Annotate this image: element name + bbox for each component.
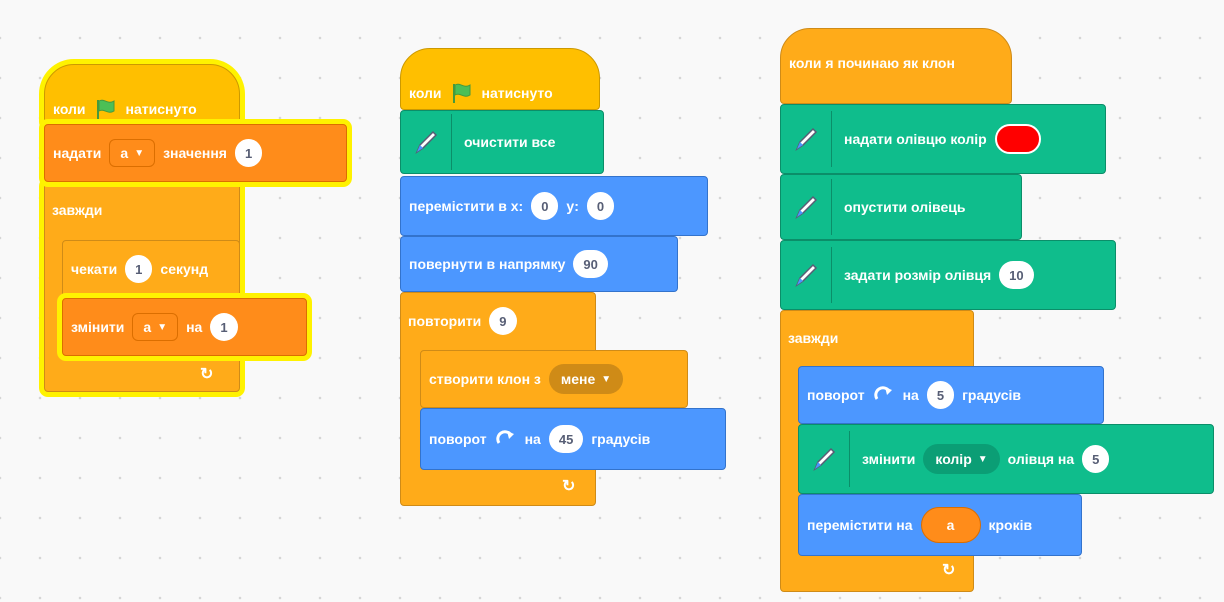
repeat-count-input[interactable]: 9 bbox=[489, 307, 517, 335]
set-pen-size-block[interactable]: задати розмір олівця 10 bbox=[780, 240, 1116, 310]
pen-icon bbox=[401, 114, 452, 170]
set-variable-block[interactable]: надати а ▼ значення 1 bbox=[44, 124, 347, 182]
set-pen-color-block[interactable]: надати олівцю колір bbox=[780, 104, 1106, 174]
value-input[interactable]: 1 bbox=[234, 139, 263, 167]
degrees-input[interactable]: 45 bbox=[548, 425, 584, 453]
chevron-down-icon: ▼ bbox=[601, 373, 612, 385]
pen-down-block[interactable]: опустити олівець bbox=[780, 174, 1022, 240]
y-input[interactable]: 0 bbox=[586, 192, 615, 220]
green-flag-icon bbox=[452, 83, 471, 103]
move-steps-block[interactable]: перемістити на а кроків bbox=[798, 494, 1082, 556]
turn-right-block[interactable]: поворот на 5 градусів bbox=[798, 366, 1104, 424]
clone-target-dropdown[interactable]: мене ▼ bbox=[548, 364, 624, 394]
green-flag-icon bbox=[96, 99, 115, 119]
repeat-header: повторити 9 bbox=[400, 306, 525, 336]
variable-dropdown[interactable]: а ▼ bbox=[132, 313, 179, 341]
rotate-right-icon bbox=[873, 386, 892, 400]
turn-right-block[interactable]: поворот на 45 градусів bbox=[420, 408, 726, 470]
loop-arrow-icon: ↻ bbox=[562, 478, 576, 495]
degrees-input[interactable]: 5 bbox=[926, 381, 955, 409]
pen-icon bbox=[799, 431, 850, 487]
forever-label-2: завжди bbox=[788, 330, 839, 346]
pen-icon bbox=[781, 111, 832, 167]
change-amount-input[interactable]: 5 bbox=[1082, 445, 1110, 473]
direction-input[interactable]: 90 bbox=[573, 250, 608, 278]
seconds-input[interactable]: 1 bbox=[125, 255, 153, 283]
x-input[interactable]: 0 bbox=[531, 192, 559, 220]
pen-param-dropdown[interactable]: колір ▼ bbox=[923, 444, 1000, 474]
when-start-as-clone-hat[interactable]: коли я починаю як клон bbox=[780, 28, 1012, 104]
when-flag-clicked-hat-2[interactable]: коли натиснуто bbox=[400, 48, 600, 110]
forever-label-1: завжди bbox=[52, 202, 103, 218]
variable-reporter[interactable]: а bbox=[920, 507, 981, 543]
loop-arrow-icon: ↻ bbox=[942, 562, 956, 579]
chevron-down-icon: ▼ bbox=[157, 321, 168, 333]
pen-icon bbox=[781, 247, 832, 303]
wait-block[interactable]: чекати 1 секунд bbox=[62, 240, 240, 298]
when-flag-clicked-hat-1[interactable]: коли натиснуто bbox=[44, 64, 240, 126]
pen-size-input[interactable]: 10 bbox=[999, 261, 1034, 289]
change-pen-param-block[interactable]: змінити колір ▼ олівця на 5 bbox=[798, 424, 1214, 494]
variable-dropdown[interactable]: а ▼ bbox=[109, 139, 156, 167]
chevron-down-icon: ▼ bbox=[134, 147, 145, 159]
pen-icon bbox=[781, 179, 832, 235]
loop-arrow-icon: ↻ bbox=[200, 366, 214, 383]
create-clone-block[interactable]: створити клон з мене ▼ bbox=[420, 350, 688, 408]
change-variable-block[interactable]: змінити а ▼ на 1 bbox=[62, 298, 307, 356]
go-to-xy-block[interactable]: перемістити в x: 0 y: 0 bbox=[400, 176, 708, 236]
color-swatch[interactable] bbox=[994, 124, 1041, 154]
clear-all-block[interactable]: очистити все bbox=[400, 110, 604, 174]
change-amount-input[interactable]: 1 bbox=[210, 313, 238, 341]
rotate-right-icon bbox=[495, 430, 514, 444]
chevron-down-icon: ▼ bbox=[977, 453, 988, 465]
point-in-direction-block[interactable]: повернути в напрямку 90 bbox=[400, 236, 678, 292]
